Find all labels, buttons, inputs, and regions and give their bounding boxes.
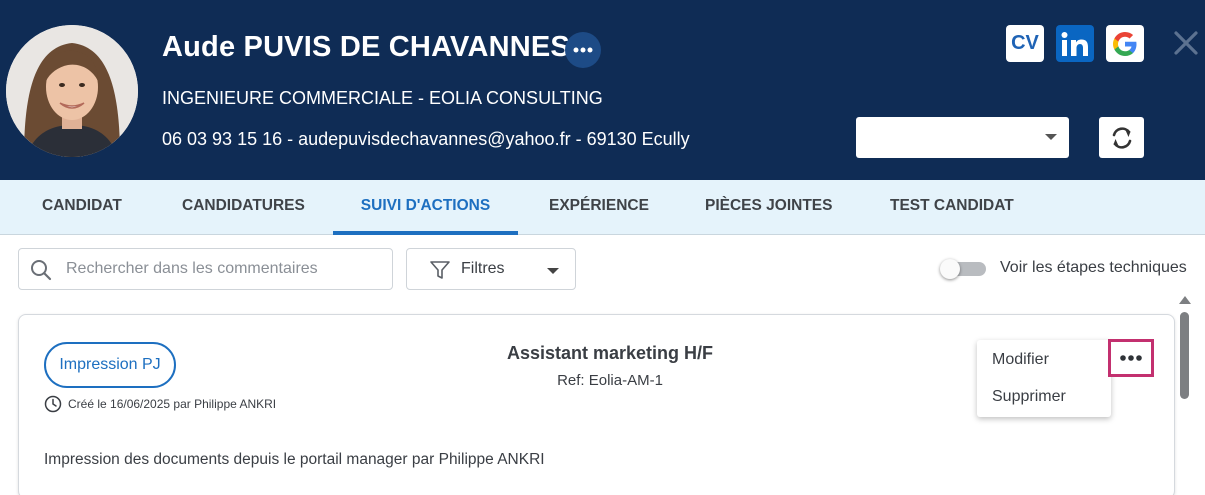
filters-dropdown[interactable]: Filtres — [406, 248, 576, 290]
action-more-button[interactable] — [1108, 339, 1154, 377]
close-button[interactable] — [1172, 28, 1200, 58]
linkedin-button[interactable] — [1056, 25, 1094, 62]
candidate-job-title: INGENIEURE COMMERCIALE - EOLIA CONSULTIN… — [162, 88, 603, 108]
filter-icon — [430, 261, 450, 279]
scrollbar-thumb[interactable] — [1180, 312, 1189, 399]
status-select[interactable] — [856, 117, 1069, 158]
linkedin-icon — [1061, 31, 1088, 56]
tab-test-candidat[interactable]: TEST CANDIDAT — [890, 180, 1014, 235]
tab-bar: CANDIDAT CANDIDATURES SUIVI D'ACTIONS EX… — [0, 180, 1205, 235]
search-icon — [31, 260, 52, 281]
tab-experience[interactable]: EXPÉRIENCE — [549, 180, 649, 235]
candidate-contact: 06 03 93 15 16 - audepuvisdechavannes@ya… — [162, 129, 690, 149]
google-button[interactable] — [1106, 25, 1144, 62]
action-context-menu: Modifier Supprimer — [977, 340, 1111, 417]
clock-icon — [44, 395, 62, 413]
candidate-name: Aude PUVIS DE CHAVANNES — [162, 31, 570, 63]
refresh-button[interactable] — [1099, 117, 1144, 158]
menu-item-supprimer[interactable]: Supprimer — [992, 388, 1066, 406]
avatar — [6, 25, 138, 157]
action-created-text: Créé le 16/06/2025 par Philippe ANKRI — [68, 397, 277, 411]
technical-steps-toggle[interactable] — [940, 259, 986, 279]
comment-search — [18, 248, 393, 290]
tab-suivi-actions[interactable]: SUIVI D'ACTIONS — [333, 180, 518, 235]
menu-item-modifier[interactable]: Modifier — [992, 351, 1049, 369]
action-job-title: Assistant marketing H/F — [506, 343, 714, 363]
candidate-header: Aude PUVIS DE CHAVANNES INGENIEURE COMME… — [0, 0, 1205, 180]
action-job-ref: Ref: Eolia-AM-1 — [557, 372, 663, 389]
toggle-knob — [940, 259, 960, 279]
candidate-panel: Aude PUVIS DE CHAVANNES INGENIEURE COMME… — [0, 0, 1205, 495]
cv-button[interactable]: CV — [1006, 25, 1044, 62]
tab-pieces-jointes[interactable]: PIÈCES JOINTES — [705, 180, 832, 235]
refresh-icon — [1112, 126, 1131, 149]
ellipsis-icon — [573, 47, 593, 53]
active-tab-indicator — [333, 231, 518, 235]
tab-candidat[interactable]: CANDIDAT — [42, 180, 122, 235]
filters-label: Filtres — [461, 260, 505, 277]
chevron-down-icon — [1045, 134, 1057, 140]
close-icon — [1174, 31, 1198, 55]
action-type-badge[interactable]: Impression PJ — [44, 342, 176, 388]
candidate-more-button[interactable] — [565, 32, 601, 68]
google-icon — [1113, 31, 1137, 56]
technical-steps-label: Voir les étapes techniques — [1000, 259, 1187, 276]
action-comment: Impression des documents depuis le porta… — [44, 451, 545, 468]
action-created-info: Créé le 16/06/2025 par Philippe ANKRI — [44, 395, 276, 413]
cv-label: CV — [1011, 32, 1039, 54]
chevron-down-icon — [547, 268, 559, 274]
scroll-up-arrow[interactable] — [1179, 296, 1191, 304]
action-type-label: Impression PJ — [59, 356, 161, 373]
tab-candidatures[interactable]: CANDIDATURES — [182, 180, 305, 235]
ellipsis-icon — [1120, 355, 1142, 361]
search-input[interactable] — [66, 258, 381, 280]
